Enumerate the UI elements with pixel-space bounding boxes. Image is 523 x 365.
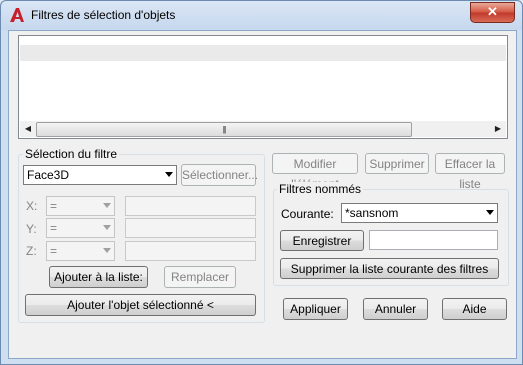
close-button[interactable]: ✕ [470,2,515,23]
y-operator-select[interactable]: = [46,218,115,238]
named-filters-label: Filtres nommés [277,182,364,196]
y-value-field[interactable] [125,218,256,238]
scrollbar-thumb[interactable]: ||| [36,122,412,137]
chevron-down-icon [103,225,111,230]
z-operator-value: = [50,244,58,258]
list-item[interactable] [20,45,506,61]
clear-list-button[interactable]: Effacer la liste [435,153,505,191]
title-bar[interactable]: Filtres de sélection d'objets ✕ [1,1,522,29]
help-button[interactable]: Aide [442,298,507,320]
x-axis-label: X: [26,199,38,213]
x-operator-value: = [50,199,58,213]
modify-item-button[interactable]: Modifier l'élément [272,153,358,191]
close-icon: ✕ [487,4,498,19]
filter-list[interactable]: ◀ ||| ▶ [18,35,508,139]
z-value-field[interactable] [125,241,256,261]
replace-button[interactable]: Remplacer [164,266,236,288]
chevron-down-icon [103,248,111,253]
window-title: Filtres de sélection d'objets [31,8,176,22]
delete-button[interactable]: Supprimer [365,153,429,174]
z-operator-select[interactable]: = [46,241,115,261]
current-filter-select[interactable]: *sansnom [341,203,498,223]
filter-selection-label: Sélection du filtre [23,147,120,161]
chevron-down-icon [103,203,111,208]
x-value-field[interactable] [125,196,256,216]
chevron-down-icon [486,210,494,215]
scroll-right-icon[interactable]: ▶ [490,121,506,137]
dialog-window: Filtres de sélection d'objets ✕ ◀ ||| ▶ … [0,0,523,365]
add-selected-object-button[interactable]: Ajouter l'objet sélectionné < [25,294,256,316]
save-as-button[interactable]: Enregistrer sous: [280,230,364,268]
z-axis-label: Z: [26,244,37,258]
add-to-list-button[interactable]: Ajouter à la liste: [49,266,148,288]
current-filter-value: *sansnom [345,206,399,220]
scroll-left-icon[interactable]: ◀ [20,121,36,137]
current-filter-label: Courante: [281,207,334,221]
object-type-select[interactable]: Face3D [23,165,177,185]
delete-current-filter-list-button[interactable]: Supprimer la liste courante des filtres [280,258,499,279]
save-as-name-field[interactable] [369,230,498,250]
chevron-down-icon [165,172,173,177]
apply-button[interactable]: Appliquer [283,298,348,320]
object-type-value: Face3D [27,168,70,182]
autocad-logo-icon [10,8,24,22]
select-button[interactable]: Sélectionner... [181,164,258,186]
y-operator-value: = [50,221,58,235]
y-axis-label: Y: [26,222,37,236]
dialog-client-area: ◀ ||| ▶ Sélection du filtre Face3D Sélec… [8,30,517,359]
horizontal-scrollbar[interactable]: ◀ ||| ▶ [20,121,506,137]
x-operator-select[interactable]: = [46,196,115,216]
cancel-button[interactable]: Annuler [363,298,428,320]
